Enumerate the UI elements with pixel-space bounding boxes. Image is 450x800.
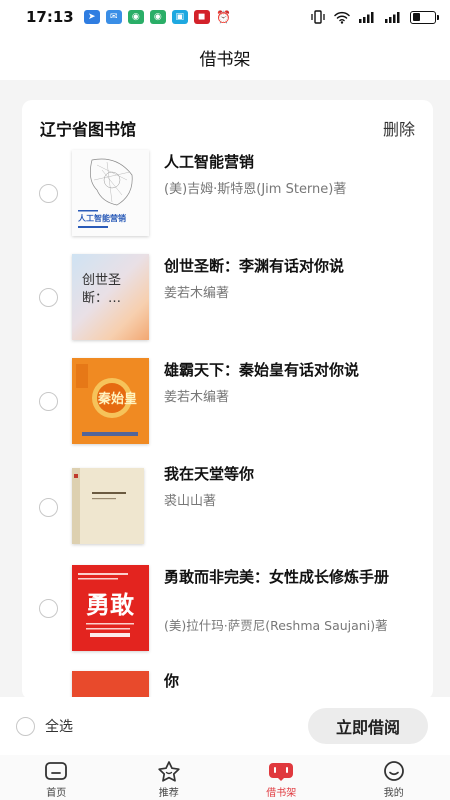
cover-title: 秦始皇 [98, 392, 138, 407]
book-author: (美)拉什玛·萨贾尼(Reshma Saujani)著 [164, 618, 388, 633]
book-cover[interactable]: 勇敢 [72, 565, 149, 651]
profile-icon [381, 759, 407, 783]
notification-icons: ➤ ✉ ◉ ◉ ▣ ◼ ⏰ [83, 10, 232, 24]
top-title-bar: 借书架 [0, 34, 450, 80]
book-cover[interactable]: 人工智能营销 [72, 150, 149, 236]
book-title[interactable]: 勇敢而非完美：女性成长修炼手册 [164, 567, 417, 588]
vibrate-icon [311, 10, 325, 24]
tab-label: 首页 [46, 788, 67, 799]
page-title: 借书架 [199, 49, 251, 70]
book-author: (美)吉姆·斯特恩(Jim Sterne)著 [164, 182, 347, 197]
book-title[interactable]: 创世圣断：李渊有话对你说 [164, 256, 417, 277]
borrow-now-button[interactable]: 立即借阅 [308, 708, 428, 744]
wechat-icon: ◉ [149, 10, 166, 24]
book-title[interactable]: 人工智能营销 [164, 152, 417, 173]
cover-title: 创世圣断：… [82, 273, 122, 306]
book-cover[interactable]: 创世圣断：… [72, 254, 149, 340]
delete-button[interactable]: 删除 [383, 116, 415, 140]
cover-title: 人工智能营销 [78, 214, 126, 223]
book-author: 裘山山著 [164, 494, 217, 509]
tab-label: 借书架 [266, 788, 297, 799]
signal-icon [385, 12, 400, 23]
book-author: 姜若木编著 [164, 286, 230, 301]
tab-home[interactable]: 首页 [0, 755, 113, 800]
book-item[interactable]: 秦始皇 雄霸天下：秦始皇有话对你说 姜若木编著 [22, 358, 433, 458]
plain-cover-illustration [72, 468, 144, 544]
status-right [310, 10, 439, 24]
message-app-icon: ✉ [105, 10, 122, 24]
tab-label: 推荐 [158, 788, 179, 799]
bookshelf-icon [268, 759, 294, 783]
bilibili-icon: ▣ [171, 10, 188, 24]
book-title[interactable]: 你 [164, 671, 417, 692]
card-header: 辽宁省图书馆 删除 [40, 116, 415, 140]
signal-icon [359, 12, 374, 23]
book-cover[interactable]: 秦始皇 [72, 358, 149, 444]
wechat-icon: ◉ [127, 10, 144, 24]
select-all-radio[interactable] [16, 716, 35, 736]
star-icon [156, 759, 182, 783]
book-item[interactable]: 勇敢 勇敢而非完美：女性成长修炼手册 (美)拉什玛·萨贾尼(Reshma Sau… [22, 565, 433, 665]
status-bar: 17:13 ➤ ✉ ◉ ◉ ▣ ◼ ⏰ [0, 0, 450, 34]
book-cover[interactable] [72, 671, 149, 700]
select-all-label[interactable]: 全选 [45, 716, 73, 736]
book-select-radio[interactable] [39, 392, 58, 411]
book-item[interactable]: 我在天堂等你 裘山山著 [22, 464, 433, 564]
book-item[interactable]: 人工智能营销 人工智能营销 (美)吉姆·斯特恩(Jim Sterne)著 [22, 150, 433, 250]
book-select-radio[interactable] [39, 288, 58, 307]
book-author: 姜若木编著 [164, 390, 230, 405]
alarm-icon: ⏰ [216, 10, 232, 24]
bookshelf-card: 辽宁省图书馆 删除 人工智能营销 人工智能营销 (美)吉姆·斯特恩(Jim St… [22, 100, 433, 700]
battery-icon [410, 10, 439, 24]
bottom-tab-bar: 首页 推荐 借书架 我的 [0, 755, 450, 800]
book-select-radio[interactable] [39, 184, 58, 203]
book-select-radio[interactable] [39, 498, 58, 517]
tab-recommend[interactable]: 推荐 [113, 755, 226, 800]
tab-profile[interactable]: 我的 [338, 755, 450, 800]
news-app-icon: ◼ [193, 10, 210, 24]
book-item[interactable]: 创世圣断：… 创世圣断：李渊有话对你说 姜若木编著 [22, 254, 433, 354]
book-item[interactable]: 你 [22, 671, 433, 700]
tab-bookshelf[interactable]: 借书架 [225, 755, 338, 800]
library-name: 辽宁省图书馆 [40, 120, 137, 139]
tab-label: 我的 [383, 788, 404, 799]
home-icon [43, 759, 69, 783]
location-app-icon: ➤ [83, 10, 100, 24]
book-title[interactable]: 我在天堂等你 [164, 464, 417, 485]
book-title[interactable]: 雄霸天下：秦始皇有话对你说 [164, 360, 417, 381]
bottom-action-bar: 全选 立即借阅 [0, 697, 450, 755]
cover-title: 勇敢 [86, 591, 134, 619]
book-select-radio[interactable] [39, 599, 58, 618]
status-time: 17:13 [26, 8, 74, 26]
wifi-icon [334, 11, 350, 24]
battery-level [412, 13, 420, 21]
book-cover[interactable] [72, 468, 144, 544]
